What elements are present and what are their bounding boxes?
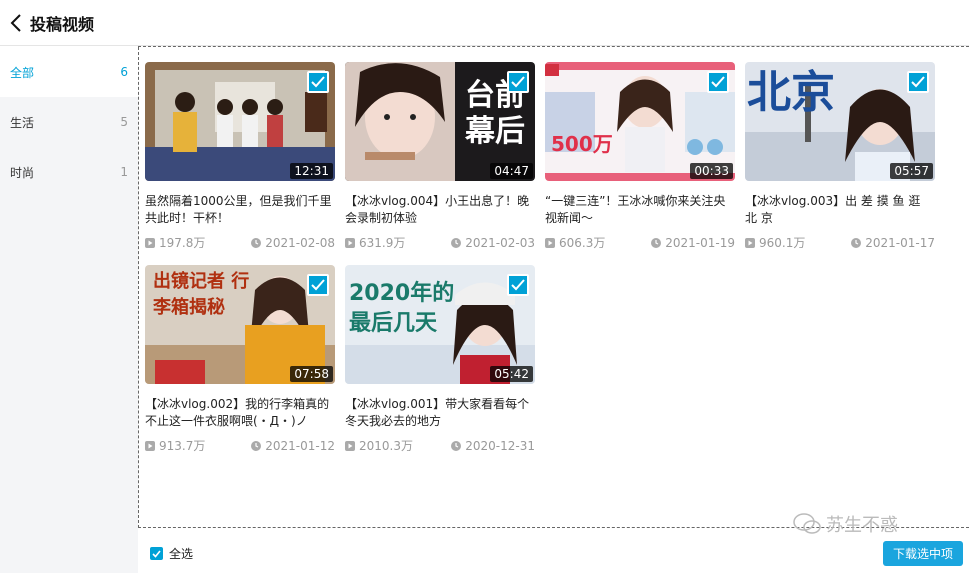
publish-date: 2021-02-08	[265, 235, 335, 250]
clock-icon	[851, 237, 862, 248]
thumbnail-caption: 北京	[747, 67, 835, 118]
video-card[interactable]: 12:31 虽然隔着1000公里，但是我们千里共此时！干杯！ 197.8万 20…	[145, 62, 335, 252]
clock-icon	[651, 237, 662, 248]
video-title[interactable]: 【冰冰vlog.004】小王出息了！晚会录制初体验	[345, 193, 535, 227]
sidebar-item-fashion[interactable]: 时尚 1	[0, 147, 138, 197]
select-checkbox[interactable]	[307, 71, 329, 93]
play-count-icon	[345, 237, 355, 248]
sidebar-item-count: 6	[120, 65, 128, 79]
sidebar-item-count: 5	[120, 115, 128, 129]
view-count: 2010.3万	[359, 439, 413, 453]
video-thumbnail[interactable]: 台前幕后 04:47	[345, 62, 535, 181]
select-checkbox[interactable]	[707, 71, 729, 93]
clock-icon	[451, 440, 462, 451]
thumbnail-caption: 出镜记者 行李箱揭秘	[153, 271, 250, 318]
page-title: 投稿视频	[30, 14, 95, 34]
thumbnail-caption: 500万	[551, 132, 613, 156]
video-thumbnail[interactable]: 12:31	[145, 62, 335, 181]
view-count: 913.7万	[159, 439, 206, 453]
check-icon	[511, 76, 525, 88]
video-meta: 197.8万 2021-02-08	[145, 234, 335, 251]
sidebar: 全部 6 生活 5 时尚 1	[0, 47, 138, 573]
select-checkbox[interactable]	[307, 274, 329, 296]
video-title[interactable]: 【冰冰vlog.001】带大家看看每个冬天我必去的地方	[345, 396, 535, 430]
video-title[interactable]: 【冰冰vlog.003】出 差 摸 鱼 逛 北 京	[745, 193, 935, 227]
clock-icon	[251, 237, 262, 248]
sidebar-item-count: 1	[120, 165, 128, 179]
select-all-label: 全选	[169, 547, 194, 561]
check-icon	[511, 279, 525, 291]
select-checkbox[interactable]	[507, 274, 529, 296]
clock-icon	[451, 237, 462, 248]
sidebar-item-label: 全部	[10, 65, 35, 80]
video-title[interactable]: “一键三连”！王冰冰喊你来关注央视新闻～	[545, 193, 735, 227]
video-meta: 913.7万 2021-01-12	[145, 437, 335, 454]
check-icon	[311, 76, 325, 88]
play-count-icon	[545, 237, 555, 248]
video-thumbnail[interactable]: 北京 05:57	[745, 62, 935, 181]
play-count-icon	[145, 237, 155, 248]
select-checkbox[interactable]	[907, 71, 929, 93]
video-card[interactable]: 北京 05:57 【冰冰vlog.003】出 差 摸 鱼 逛 北 京 960.1…	[745, 62, 935, 252]
video-meta: 631.9万 2021-02-03	[345, 234, 535, 251]
video-meta: 606.3万 2021-01-19	[545, 234, 735, 251]
video-meta: 2010.3万 2020-12-31	[345, 437, 535, 454]
video-duration: 05:57	[890, 163, 933, 179]
video-duration: 12:31	[290, 163, 333, 179]
play-count-icon	[145, 440, 155, 451]
publish-date: 2021-01-12	[265, 438, 335, 453]
video-thumbnail[interactable]: 2020年的最后几天 05:42	[345, 265, 535, 384]
video-duration: 07:58	[290, 366, 333, 382]
publish-date: 2021-01-17	[865, 235, 935, 250]
video-panel: 12:31 虽然隔着1000公里，但是我们千里共此时！干杯！ 197.8万 20…	[138, 47, 969, 528]
video-thumbnail[interactable]: 出镜记者 行李箱揭秘 07:58	[145, 265, 335, 384]
play-count-icon	[345, 440, 355, 451]
check-icon	[311, 279, 325, 291]
checkbox[interactable]	[150, 547, 163, 560]
select-checkbox[interactable]	[507, 71, 529, 93]
video-card[interactable]: 出镜记者 行李箱揭秘 07:58 【冰冰vlog.002】我的行李箱真的不止这一…	[145, 265, 335, 455]
video-duration: 04:47	[490, 163, 533, 179]
video-card[interactable]: 2020年的最后几天 05:42 【冰冰vlog.001】带大家看看每个冬天我必…	[345, 265, 535, 455]
chevron-left-icon	[10, 13, 21, 32]
video-duration: 00:33	[690, 163, 733, 179]
sidebar-item-label: 时尚	[10, 165, 35, 180]
view-count: 631.9万	[359, 236, 406, 250]
video-card[interactable]: 500万 00:33 “一键三连”！王冰冰喊你来关注央视新闻～ 606.3万 2…	[545, 62, 735, 252]
publish-date: 2021-01-19	[665, 235, 735, 250]
footer: 全选 下载选中项	[138, 529, 969, 573]
publish-date: 2020-12-31	[465, 438, 535, 453]
sidebar-item-life[interactable]: 生活 5	[0, 97, 138, 147]
back-button[interactable]	[2, 0, 30, 46]
video-title[interactable]: 虽然隔着1000公里，但是我们千里共此时！干杯！	[145, 193, 335, 227]
video-thumbnail[interactable]: 500万 00:33	[545, 62, 735, 181]
header: 投稿视频	[0, 0, 969, 46]
check-icon	[152, 549, 161, 558]
check-icon	[911, 76, 925, 88]
clock-icon	[251, 440, 262, 451]
sidebar-item-all[interactable]: 全部 6	[0, 47, 138, 97]
video-title[interactable]: 【冰冰vlog.002】我的行李箱真的不止这一件衣服啊喂(・Д・)ノ	[145, 396, 335, 430]
check-icon	[711, 76, 725, 88]
video-card[interactable]: 台前幕后 04:47 【冰冰vlog.004】小王出息了！晚会录制初体验 631…	[345, 62, 535, 252]
view-count: 197.8万	[159, 236, 206, 250]
video-duration: 05:42	[490, 366, 533, 382]
play-count-icon	[745, 237, 755, 248]
view-count: 960.1万	[759, 236, 806, 250]
sidebar-item-label: 生活	[10, 115, 35, 130]
publish-date: 2021-02-03	[465, 235, 535, 250]
download-selected-button[interactable]: 下载选中项	[883, 541, 963, 566]
video-meta: 960.1万 2021-01-17	[745, 234, 935, 251]
view-count: 606.3万	[559, 236, 606, 250]
thumbnail-caption: 2020年的最后几天	[349, 281, 455, 336]
select-all-checkbox[interactable]: 全选	[150, 545, 193, 562]
